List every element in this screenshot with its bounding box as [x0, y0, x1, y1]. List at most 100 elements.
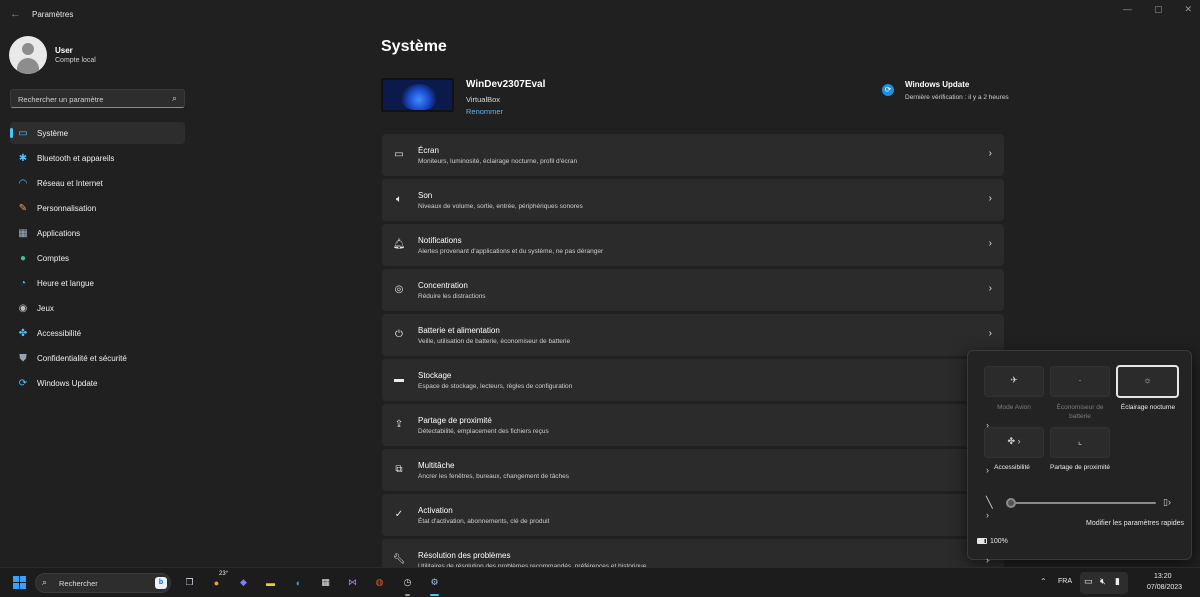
task-view-icon[interactable]: ❐ — [181, 574, 198, 591]
settings-card-description: Détectabilité, emplacement des fichiers … — [418, 428, 549, 435]
settings-card[interactable]: ▬ Stockage Espace de stockage, lecteurs, r… — [382, 359, 1004, 401]
settings-card-title: Son — [418, 191, 433, 200]
edge-icon[interactable]: ◐ — [290, 574, 307, 591]
sidebar-item-label: Comptes — [37, 253, 70, 263]
settings-card[interactable]: 🔔︎ Notifications Alertes provenant d'appli… — [382, 224, 1004, 266]
show-hidden-icons-chevron-icon[interactable]: ⌃ — [1040, 577, 1047, 586]
settings-card[interactable]: ◎ Concentration Réduire les distractions › — [382, 269, 1004, 311]
windows-update-title[interactable]: Windows Update — [905, 80, 969, 89]
edit-quick-settings-link[interactable]: Modifier les paramètres rapides — [1086, 520, 1184, 527]
share-icon: ⌞ — [1077, 436, 1083, 446]
input-language-indicator[interactable]: FRA — [1058, 578, 1072, 585]
accessibility-tile[interactable]: ✤ › — [984, 427, 1044, 458]
start-logo-pane — [20, 576, 26, 582]
wrench-icon: 🔧︎ — [392, 553, 406, 565]
settings-card-list: ▭ Écran Moniteurs, luminosité, éclairage n… — [382, 134, 1004, 584]
focus-icon: ◎ — [394, 283, 404, 295]
brightness-slider-thumb[interactable] — [1006, 498, 1016, 508]
page-title: Système — [381, 38, 447, 55]
file-explorer-icon[interactable]: ▬ — [262, 574, 279, 591]
sidebar-item-label: Bluetooth et appareils — [37, 153, 115, 163]
clock-date[interactable]: 07/08/2023 — [1147, 584, 1182, 591]
battery-saver-label: Économiseur de batterie — [1056, 404, 1104, 420]
accessibility-label: Accessibilité — [994, 464, 1030, 471]
ubuntu-icon[interactable]: ◍ — [371, 574, 388, 591]
sidebar-item-label: Personnalisation — [37, 203, 97, 213]
settings-card[interactable]: ▭ Écran Moniteurs, luminosité, éclairage n… — [382, 134, 1004, 176]
brightness-slider[interactable] — [1008, 502, 1156, 504]
share-icon: ⇪ — [394, 418, 404, 430]
person-icon: ● — [19, 252, 27, 264]
settings-card-title: Stockage — [418, 371, 452, 380]
sidebar-item-label: Système — [37, 128, 69, 138]
sidebar-item-brush[interactable]: ✎ Personnalisation — [10, 197, 185, 219]
sidebar-item-wifi[interactable]: ◠ Réseau et Internet — [10, 172, 185, 194]
clock-app-icon[interactable]: ◷ — [399, 574, 416, 596]
settings-card[interactable]: 🔈︎ Son Niveaux de volume, sortie, entrée, … — [382, 179, 1004, 221]
taskbar-search-placeholder: Rechercher — [59, 579, 98, 588]
settings-card[interactable]: ⧉ Multitâche Ancrer les fenêtres, bureaux,… — [382, 449, 1004, 491]
battery-saver-tile[interactable]: · — [1050, 366, 1110, 397]
airplane-mode-tile[interactable]: ✈ — [984, 366, 1044, 397]
airplane-icon: ✈ — [1010, 375, 1018, 385]
avatar[interactable] — [9, 36, 47, 74]
minimize-button[interactable]: — — [1123, 4, 1132, 15]
bing-icon[interactable]: b — [155, 577, 167, 589]
settings-card-title: Batterie et alimentation — [418, 326, 500, 335]
close-button[interactable]: ✕ — [1184, 4, 1192, 15]
sidebar-item-label: Réseau et Internet — [37, 178, 103, 188]
check-circle-icon: ✓ — [394, 508, 404, 520]
sidebar-item-gamepad[interactable]: ◉ Jeux — [10, 297, 185, 319]
search-icon: ⌕ — [42, 577, 48, 587]
teams-icon[interactable]: ◆ — [235, 574, 252, 591]
store-icon[interactable]: ▦ — [317, 574, 334, 591]
shield-icon: ⛊ — [19, 352, 27, 364]
nearby-sharing-tile[interactable]: ⌞ — [1050, 427, 1110, 458]
windows-update-icon[interactable]: ⟳ — [882, 84, 894, 96]
settings-card-title: Écran — [418, 146, 439, 155]
display-settings-icon[interactable]: ▯› — [1163, 497, 1171, 508]
back-arrow-icon[interactable]: ← — [10, 8, 21, 20]
globe-clock-icon: ◔ — [19, 277, 27, 289]
sidebar-item-apps[interactable]: ▦ Applications — [10, 222, 185, 244]
title-bar: ← Paramètres — ▢ ✕ — [0, 0, 1200, 30]
sidebar-item-person[interactable]: ● Comptes — [10, 247, 185, 269]
start-button[interactable] — [13, 576, 26, 589]
storage-icon: ▬ — [394, 373, 404, 385]
settings-card[interactable]: ⇪ Partage de proximité Détectabilité, empl… — [382, 404, 1004, 446]
settings-icon[interactable]: ⚙ — [426, 574, 443, 596]
settings-card[interactable]: ⏻ Batterie et alimentation Veille, utilisa… — [382, 314, 1004, 356]
battery-status[interactable]: 100% — [977, 538, 1008, 545]
sidebar-item-label: Accessibilité — [37, 328, 82, 338]
sidebar-nav: ▭ Système ✱ Bluetooth et appareils ◠ Réseau e… — [10, 122, 185, 397]
network-icon: ▭ — [1084, 576, 1093, 586]
sidebar-item-globe-clock[interactable]: ◔ Heure et langue — [10, 272, 185, 294]
rename-link[interactable]: Renommer — [466, 107, 503, 116]
chevron-right-icon[interactable]: › — [986, 555, 989, 565]
user-account-type: Compte local — [55, 57, 96, 64]
settings-card-title: Concentration — [418, 281, 468, 290]
settings-search-input[interactable]: Rechercher un paramètre ⌕ — [10, 89, 185, 108]
chevron-right-icon[interactable]: › — [986, 510, 989, 520]
chevron-right-icon: › — [988, 193, 992, 204]
visual-studio-icon[interactable]: ⋈ — [344, 574, 361, 591]
taskbar-search-box[interactable]: ⌕ Rechercher b — [35, 573, 171, 593]
night-light-tile[interactable]: ☼ — [1116, 365, 1179, 398]
sidebar-item-monitor[interactable]: ▭ Système — [10, 122, 185, 144]
brightness-icon: ╲ — [986, 497, 993, 509]
update-icon: ⟳ — [18, 377, 28, 389]
windows-bloom-wallpaper — [401, 84, 437, 110]
clock-time[interactable]: 13:20 — [1154, 573, 1172, 580]
sidebar-item-shield[interactable]: ⛊ Confidentialité et sécurité — [10, 347, 185, 369]
gamepad-icon: ◉ — [18, 302, 28, 314]
apps-icon: ▦ — [18, 227, 28, 239]
bluetooth-icon: ✱ — [18, 152, 28, 164]
sidebar-item-update[interactable]: ⟳ Windows Update — [10, 372, 185, 394]
sidebar-item-accessibility[interactable]: ✤ Accessibilité — [10, 322, 185, 344]
sidebar: User Compte local Rechercher un paramètr… — [0, 30, 190, 567]
settings-card[interactable]: ✓ Activation État d'activation, abonnement… — [382, 494, 1004, 536]
start-logo-pane — [13, 576, 19, 582]
maximize-button[interactable]: ▢ — [1154, 4, 1163, 15]
device-name: WinDev2307Eval — [466, 79, 546, 90]
sidebar-item-bluetooth[interactable]: ✱ Bluetooth et appareils — [10, 147, 185, 169]
